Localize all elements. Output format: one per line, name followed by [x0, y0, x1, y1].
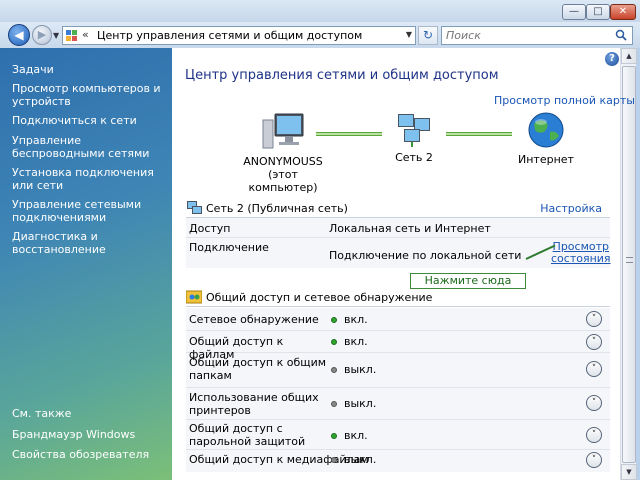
connection-label: Подключение: [189, 241, 269, 254]
globe-icon: [528, 112, 564, 148]
page-title: Центр управления сетями и общим доступом: [185, 68, 499, 83]
status-badge: выкл.: [331, 397, 376, 410]
maximize-button[interactable]: □: [586, 4, 610, 20]
breadcrumb-location[interactable]: Центр управления сетями и общим доступом: [97, 29, 362, 42]
chevron-down-icon[interactable]: ˅: [586, 361, 602, 377]
chevron-down-icon[interactable]: ˅: [586, 395, 602, 411]
chevron-down-icon[interactable]: ˅: [586, 334, 602, 350]
control-panel-icon: [66, 30, 78, 42]
vertical-scrollbar[interactable]: ▲ ▼: [620, 48, 637, 480]
connection-line-network-internet: [446, 132, 512, 136]
search-box[interactable]: [441, 26, 633, 45]
network-name: Сеть 2: [395, 151, 433, 164]
view-status-link[interactable]: Просмотр состояния: [551, 241, 611, 265]
table-row: Сетевое обнаружение вкл. ˅: [186, 308, 610, 331]
network-section-header: Сеть 2 (Публичная сеть) Настройка: [186, 198, 610, 218]
network-info-table: Доступ Локальная сеть и Интернет Подключ…: [186, 218, 611, 268]
scroll-up-icon[interactable]: ▲: [621, 48, 637, 64]
recent-pages-dropdown-icon[interactable]: ▼: [53, 31, 59, 40]
network-section-icon: [187, 201, 202, 214]
chevron-down-icon[interactable]: ˅: [586, 452, 602, 468]
table-row: Использование общих принтеров выкл. ˅: [186, 388, 610, 420]
table-row: Общий доступ с парольной защитой вкл. ˅: [186, 420, 610, 450]
minimize-button[interactable]: —: [562, 4, 586, 20]
scroll-thumb[interactable]: [622, 66, 636, 463]
help-icon[interactable]: ?: [605, 52, 619, 66]
scroll-down-icon[interactable]: ▼: [621, 464, 637, 480]
sidebar-see-also-heading: См. также: [12, 407, 72, 420]
close-button[interactable]: ✕: [610, 4, 636, 20]
chevron-down-icon[interactable]: ˅: [586, 311, 602, 327]
table-row: Общий доступ к общим папкам выкл. ˅: [186, 353, 610, 388]
settings-link[interactable]: Настройка: [540, 202, 602, 215]
connection-line-computer-network: [316, 132, 382, 136]
sharing-section-title: Общий доступ и сетевое обнаружение: [206, 291, 433, 304]
map-node-internet[interactable]: Интернет: [518, 110, 574, 166]
back-button[interactable]: ◀: [8, 24, 30, 46]
breadcrumb-chevron-icon[interactable]: «: [82, 28, 89, 41]
address-bar[interactable]: « Центр управления сетями и общим доступ…: [62, 26, 416, 45]
sidebar-item-setup-connection[interactable]: Установка подключения или сети: [12, 166, 162, 192]
sidebar-item-wireless[interactable]: Управление беспроводными сетями: [12, 134, 162, 160]
status-badge: вкл.: [331, 335, 368, 348]
computer-subtitle: (этот компьютер): [248, 168, 318, 194]
sharing-section-header: Общий доступ и сетевое обнаружение: [186, 287, 610, 307]
address-dropdown-icon[interactable]: ▼: [406, 30, 412, 39]
title-bar: — □ ✕: [0, 0, 640, 22]
network-icon: [398, 114, 430, 147]
internet-label: Интернет: [518, 153, 574, 166]
sharing-table: Сетевое обнаружение вкл. ˅ Общий доступ …: [186, 308, 610, 472]
map-node-computer[interactable]: ANONYMOUSS (этот компьютер): [240, 110, 326, 194]
sidebar-tasks-heading: Задачи: [12, 63, 54, 76]
status-badge: вкл.: [331, 429, 368, 442]
sidebar-item-firewall[interactable]: Брандмауэр Windows: [12, 428, 162, 441]
computer-name: ANONYMOUSS: [243, 155, 323, 168]
sidebar-item-diagnostics[interactable]: Диагностика и восстановление: [12, 230, 162, 256]
status-badge: вкл.: [331, 313, 368, 326]
sidebar-item-internet-options[interactable]: Свойства обозревателя: [12, 448, 162, 461]
search-icon[interactable]: [615, 29, 627, 41]
sidebar: Задачи Просмотр компьютеров и устройств …: [0, 48, 172, 480]
computer-icon: [262, 113, 304, 149]
access-value: Локальная сеть и Интернет: [329, 222, 491, 235]
refresh-button[interactable]: ↻: [418, 26, 438, 45]
search-input[interactable]: [446, 28, 606, 43]
full-map-link[interactable]: Просмотр полной карты: [494, 94, 635, 107]
sharing-section-icon: [186, 290, 202, 304]
sidebar-item-view-computers[interactable]: Просмотр компьютеров и устройств: [12, 82, 162, 108]
map-node-network[interactable]: Сеть 2: [386, 112, 442, 164]
status-badge: выкл.: [331, 453, 376, 466]
status-badge: выкл.: [331, 363, 376, 376]
sidebar-item-manage-connections[interactable]: Управление сетевыми подключениями: [12, 198, 162, 224]
connection-value: Подключение по локальной сети: [329, 249, 522, 262]
chevron-down-icon[interactable]: ˅: [586, 427, 602, 443]
access-label: Доступ: [189, 222, 231, 235]
table-row: Общий доступ к файлам вкл. ˅: [186, 331, 610, 361]
network-section-title: Сеть 2 (Публичная сеть): [206, 202, 348, 215]
sidebar-item-connect[interactable]: Подключиться к сети: [12, 114, 162, 127]
table-row: Общий доступ к медиафайлам выкл. ˅: [186, 450, 610, 472]
forward-button[interactable]: ▶: [32, 25, 52, 45]
